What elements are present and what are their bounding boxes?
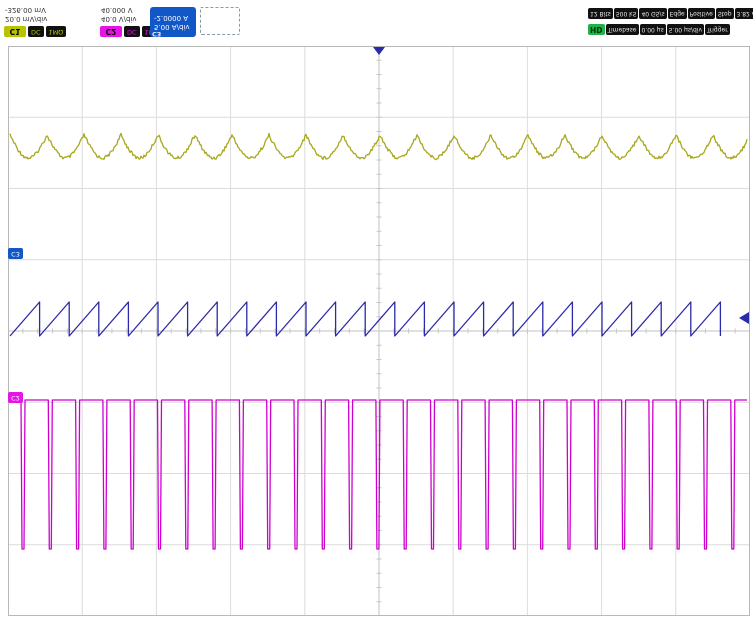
c3-values: 5.00 A/div -2.0000 A: [154, 13, 190, 31]
channel-descriptor-c1[interactable]: C1 DC 1MΩ 20.0 mV/div -326.00 mV: [4, 4, 96, 37]
trigger-level-marker-icon[interactable]: [739, 312, 749, 324]
descriptor-bar-flipped-content: C1 DC 1MΩ 20.0 mV/div -326.00 mV C2 DC 1…: [0, 0, 753, 40]
adc-bits-chip: 12 Bits: [588, 8, 613, 19]
channel-descriptor-c3-selected[interactable]: C3 5.00 A/div -2.0000 A: [150, 7, 196, 38]
channel-tab-c1[interactable]: C1: [4, 26, 26, 37]
c1-coupling-chip: DC: [28, 26, 44, 37]
c1-values: 20.0 mV/div -326.00 mV: [5, 6, 48, 24]
trigger-type-chip[interactable]: Edge: [667, 8, 687, 19]
timebase-trigger-row-2: 12 Bits 500 kS 40 GS/s Edge Positive Sto…: [588, 7, 753, 20]
oscilloscope-screen: C1 DC 1MΩ 20.0 mV/div -326.00 mV C2 DC 1…: [0, 0, 753, 621]
empty-channel-slot[interactable]: [200, 7, 240, 35]
timebase-per-div-chip[interactable]: 5.00 µs/div: [666, 24, 704, 35]
c1-offset: -326.00 mV: [5, 6, 46, 15]
c3-offset: -2.0000 A: [154, 14, 189, 22]
c2-offset: 40.000 V: [101, 6, 133, 15]
c2-zero-level-label: C2: [11, 394, 20, 402]
c3-zero-level-label: C3: [11, 250, 20, 258]
c1-scale: 20.0 mV/div: [5, 15, 48, 23]
descriptor-bar: C1 DC 1MΩ 20.0 mV/div -326.00 mV C2 DC 1…: [0, 0, 753, 40]
sample-rate-chip: 40 GS/s: [639, 8, 667, 19]
hd-badge: HD: [588, 24, 605, 35]
channel-tab-c2[interactable]: C2: [100, 26, 122, 37]
c1-impedance-chip: 1MΩ: [45, 26, 67, 37]
waveform-svg: [8, 46, 750, 616]
trigger-title-chip[interactable]: Trigger: [705, 24, 730, 35]
trigger-time-marker-icon[interactable]: [373, 47, 385, 55]
trigger-level-chip[interactable]: 3.82 A: [734, 8, 753, 19]
waveform-display: C3 C2: [8, 46, 750, 616]
c2-coupling-chip: DC: [124, 26, 140, 37]
sample-count-chip: 500 kS: [613, 8, 639, 19]
c2-scale: 40.0 V/div: [101, 15, 137, 23]
c3-scale: 5.00 A/div: [154, 23, 190, 31]
c1-tab-row: C1 DC 1MΩ: [4, 25, 67, 37]
c3-zero-level-marker[interactable]: C3: [8, 248, 23, 259]
trigger-mode-chip[interactable]: Stop: [715, 8, 734, 19]
timebase-title-chip[interactable]: Timebase: [605, 24, 639, 35]
timebase-trigger-row-1: HD Timebase 0.00 µs 5.00 µs/div Trigger: [588, 23, 730, 36]
c2-values: 40.0 V/div 40.000 V: [101, 6, 137, 24]
c2-zero-level-marker[interactable]: C2: [8, 392, 23, 403]
trigger-slope-chip[interactable]: Positive: [687, 8, 715, 19]
timebase-position-chip[interactable]: 0.00 µs: [639, 24, 666, 35]
